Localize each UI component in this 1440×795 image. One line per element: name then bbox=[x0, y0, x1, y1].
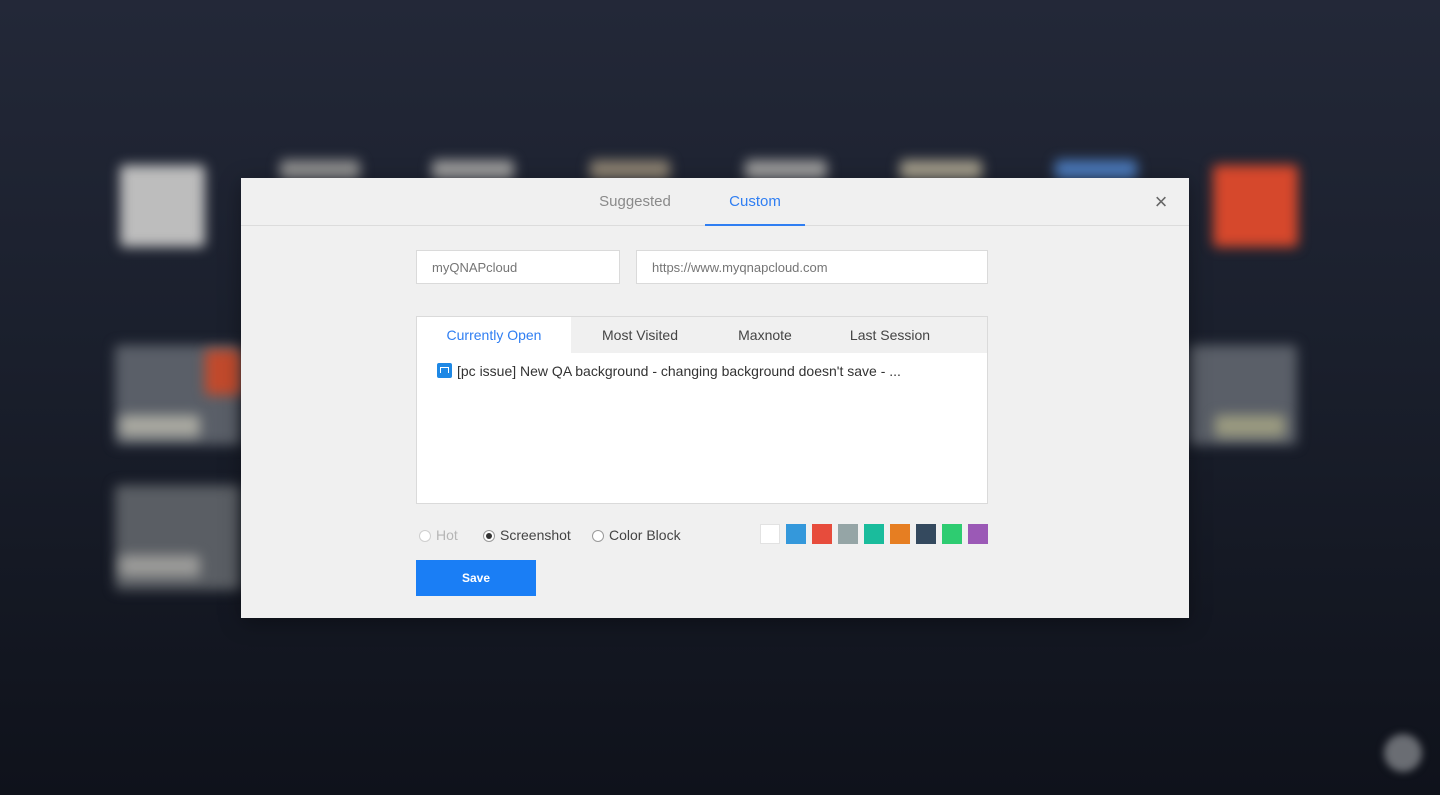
color-swatch[interactable] bbox=[916, 524, 936, 544]
background-tile bbox=[280, 160, 360, 180]
radio-color-block[interactable]: Color Block bbox=[592, 525, 681, 545]
color-swatch[interactable] bbox=[864, 524, 884, 544]
background-tile bbox=[590, 160, 670, 180]
tab-custom[interactable]: Custom bbox=[705, 178, 805, 226]
dialog-tab-bar: Suggested Custom × bbox=[241, 178, 1189, 226]
background-tile bbox=[205, 350, 241, 395]
site-url-input[interactable] bbox=[636, 250, 988, 284]
tab-suggested[interactable]: Suggested bbox=[585, 178, 685, 225]
background-tile bbox=[120, 165, 205, 247]
color-swatch[interactable] bbox=[838, 524, 858, 544]
radio-screenshot[interactable]: Screenshot bbox=[483, 525, 571, 545]
background-tile bbox=[120, 555, 200, 577]
radio-circle-icon bbox=[592, 530, 604, 542]
source-panel: Currently Open Most Visited Maxnote Last… bbox=[416, 316, 988, 504]
color-swatch[interactable] bbox=[760, 524, 780, 544]
site-name-input[interactable] bbox=[416, 250, 620, 284]
radio-label: Screenshot bbox=[500, 527, 571, 543]
tab-last-session[interactable]: Last Session bbox=[835, 317, 945, 353]
radio-label: Hot bbox=[436, 527, 458, 543]
radio-label: Color Block bbox=[609, 527, 681, 543]
radio-hot[interactable]: Hot bbox=[419, 525, 458, 545]
maxthon-favicon-icon bbox=[437, 363, 452, 378]
radio-circle-icon bbox=[419, 530, 431, 542]
tab-most-visited[interactable]: Most Visited bbox=[587, 317, 693, 353]
tab-currently-open[interactable]: Currently Open bbox=[417, 317, 571, 353]
background-tile bbox=[1055, 160, 1137, 180]
background-tile bbox=[1215, 415, 1285, 437]
list-item-title: [pc issue] New QA background - changing … bbox=[457, 363, 901, 379]
color-swatch[interactable] bbox=[890, 524, 910, 544]
save-button[interactable]: Save bbox=[416, 560, 536, 596]
list-item[interactable]: [pc issue] New QA background - changing … bbox=[437, 361, 901, 381]
background-tile bbox=[120, 415, 200, 437]
floating-action-button bbox=[1384, 734, 1422, 772]
background-tile bbox=[745, 160, 827, 180]
close-icon[interactable]: × bbox=[1149, 190, 1173, 214]
background-tile bbox=[900, 160, 982, 180]
tab-maxnote[interactable]: Maxnote bbox=[713, 317, 817, 353]
color-swatch[interactable] bbox=[812, 524, 832, 544]
background-tile bbox=[432, 160, 514, 180]
color-swatch[interactable] bbox=[968, 524, 988, 544]
add-site-dialog: Suggested Custom × Currently Open Most V… bbox=[241, 178, 1189, 618]
color-swatch[interactable] bbox=[786, 524, 806, 544]
color-swatch[interactable] bbox=[942, 524, 962, 544]
source-tab-bar: Currently Open Most Visited Maxnote Last… bbox=[417, 317, 987, 353]
background-tile bbox=[1213, 165, 1298, 247]
radio-checked-icon bbox=[483, 530, 495, 542]
